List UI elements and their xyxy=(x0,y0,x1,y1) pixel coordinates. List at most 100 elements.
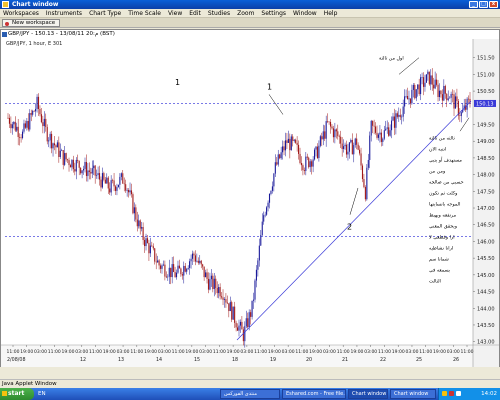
minimize-button[interactable]: _ xyxy=(469,1,478,8)
candle-body xyxy=(223,299,226,300)
analysis-note-line: الموجه بانسايتها xyxy=(429,202,460,208)
menu-help[interactable]: Help xyxy=(324,9,338,17)
window-title: Chart window xyxy=(12,1,59,8)
analysis-note-line: ارانا نشاطيه xyxy=(429,246,453,252)
task-eshared[interactable]: Eshared.com - Free file... xyxy=(282,389,346,399)
candlestick-chart[interactable]: 1 12اول من ثالثةثالثه من ثالثةانتبه الانم… xyxy=(1,39,499,367)
candle-body xyxy=(30,113,32,115)
candle-body xyxy=(344,144,346,147)
candle-body xyxy=(379,132,381,135)
candle-body xyxy=(213,278,215,290)
menu-window[interactable]: Window xyxy=(293,9,317,17)
candle-body xyxy=(229,302,231,312)
close-button[interactable]: x xyxy=(489,1,498,8)
maximize-button[interactable]: □ xyxy=(479,1,488,8)
candle-body xyxy=(215,278,217,288)
candle-body xyxy=(48,140,50,142)
analysis-note-line: شمانا سم xyxy=(429,257,449,263)
candle-body xyxy=(113,180,115,187)
analysis-note-line: ويحقق المعني xyxy=(429,224,457,230)
candle-body xyxy=(17,126,19,138)
candle-body xyxy=(363,179,365,188)
candle-body xyxy=(168,267,170,277)
hour-label: 11:00 xyxy=(130,349,143,355)
candle-body xyxy=(123,183,125,185)
security-icon[interactable] xyxy=(449,391,454,396)
volume-icon[interactable] xyxy=(456,391,461,396)
candle-body xyxy=(106,177,108,184)
candle-body xyxy=(129,190,131,193)
candle-body xyxy=(13,121,15,125)
candle-body xyxy=(313,149,316,160)
menu-settings[interactable]: Settings xyxy=(261,9,286,17)
hour-label: 19:00 xyxy=(392,349,405,355)
candle-body xyxy=(226,302,228,304)
menu-time-scale[interactable]: Time Scale xyxy=(128,9,161,17)
hour-label: 03:00 xyxy=(447,349,460,355)
system-tray: 14:02 xyxy=(438,388,500,400)
candle-body xyxy=(199,260,201,263)
task-chart-window-2[interactable]: Chart window xyxy=(390,389,436,399)
hour-label: 03:00 xyxy=(199,349,212,355)
candle-body xyxy=(282,146,284,153)
candle-body xyxy=(157,260,159,263)
candle-body xyxy=(93,165,95,169)
candle-body xyxy=(58,142,60,157)
candle-body xyxy=(51,133,53,149)
candle-body xyxy=(173,264,175,272)
candle-body xyxy=(162,264,165,266)
candle-body xyxy=(207,278,210,290)
candle-body xyxy=(239,321,242,326)
menu-bar: Workspaces Instruments Chart Type Time S… xyxy=(0,9,500,18)
candle-body xyxy=(354,138,356,146)
candle-body xyxy=(126,190,128,191)
candle-body xyxy=(45,118,47,128)
task-forum[interactable]: منتدى الفوركس xyxy=(220,389,280,399)
menu-edit[interactable]: Edit xyxy=(189,9,201,17)
day-label: 12 xyxy=(80,357,86,363)
workspace-tab[interactable]: New workspace xyxy=(2,19,61,27)
candle-body xyxy=(441,94,443,101)
candle-body xyxy=(161,265,163,269)
candle-body xyxy=(303,170,305,171)
network-icon[interactable] xyxy=(442,391,447,396)
candle-body xyxy=(341,143,343,150)
candle-body xyxy=(139,220,141,229)
candle-body xyxy=(373,125,375,127)
price-label: 144.00 xyxy=(477,306,495,312)
candle-body xyxy=(409,98,411,104)
candle-body xyxy=(404,96,406,107)
menu-workspaces[interactable]: Workspaces xyxy=(3,9,39,17)
candle-body xyxy=(260,234,262,246)
candle-body xyxy=(133,207,135,214)
hour-label: 03:00 xyxy=(158,349,171,355)
task-chart-window-1[interactable]: Chart window xyxy=(348,389,388,399)
menu-zoom[interactable]: Zoom xyxy=(237,9,254,17)
candle-body xyxy=(412,85,414,90)
candle-body xyxy=(418,84,420,95)
candle-body xyxy=(16,126,18,131)
candle-body xyxy=(335,129,337,132)
candle-body xyxy=(244,326,246,342)
candle-body xyxy=(460,112,462,116)
candle-body xyxy=(128,190,130,193)
hour-label: 11:00 xyxy=(461,349,474,355)
candle-body xyxy=(396,113,398,117)
candle-body xyxy=(421,77,423,78)
start-button[interactable]: start xyxy=(0,388,34,400)
candle-body xyxy=(319,136,321,146)
language-indicator[interactable]: EN xyxy=(38,390,46,398)
day-label: 26 xyxy=(453,357,459,363)
candle-body xyxy=(298,144,300,154)
wave-label-3: اول من ثالثة xyxy=(379,55,404,61)
menu-view[interactable]: View xyxy=(168,9,182,17)
analysis-note-line: وكلت ثم تكون xyxy=(429,191,457,197)
menu-studies[interactable]: Studies xyxy=(208,9,230,17)
candle-body xyxy=(206,272,208,279)
candle-body xyxy=(75,159,77,172)
candle-body xyxy=(43,118,45,127)
candle-body xyxy=(334,129,336,138)
menu-chart-type[interactable]: Chart Type xyxy=(89,9,121,17)
menu-instruments[interactable]: Instruments xyxy=(46,9,82,17)
wave-label-2: 2 xyxy=(347,223,352,232)
